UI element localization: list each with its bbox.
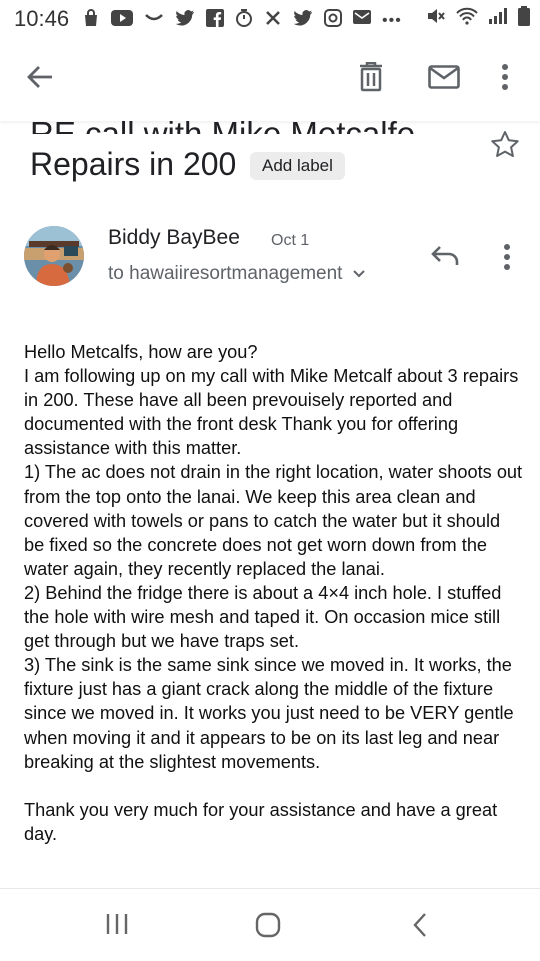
battery-icon [518,6,530,31]
recents-button[interactable] [105,913,129,940]
recents-icon [106,914,128,934]
more-vert-icon [504,244,510,270]
delete-button[interactable] [359,61,383,97]
timer-icon [235,8,253,33]
mute-icon [426,7,446,30]
twitter-icon [175,9,195,32]
twitter-icon-2 [293,9,313,32]
add-label-chip[interactable]: Add label [250,152,345,180]
subject-line-2: Repairs in 200 [30,146,237,182]
sender-name: Biddy BayBee [108,226,240,249]
arrow-left-icon [27,66,52,88]
home-icon [255,912,281,938]
mail-icon [428,65,460,89]
home-button[interactable] [255,912,281,943]
star-icon [491,131,519,157]
reply-icon [431,246,459,265]
trash-icon [360,61,382,92]
system-icons [426,6,530,31]
mark-unread-button[interactable] [428,65,460,94]
message-more-button[interactable] [502,243,512,276]
more-notifications-icon: ••• [382,11,402,29]
more-vert-icon [502,64,508,90]
sender-avatar[interactable] [24,226,84,286]
more-options-button[interactable] [500,63,510,96]
shopping-bag-icon [82,9,100,32]
notification-icons: ••• [82,8,402,33]
facebook-icon [206,9,224,32]
back-button[interactable] [26,64,54,95]
recipient-text: to hawaiiresortmanagement [108,263,343,284]
star-button[interactable] [490,130,520,163]
email-icon [353,10,371,31]
reply-button[interactable] [430,244,460,273]
status-bar: 10:46 ••• [0,0,540,38]
instagram-icon [324,9,342,32]
x-icon [264,9,282,32]
status-time: 10:46 [14,6,70,31]
email-date: Oct 1 [271,232,310,249]
chevron-down-icon [353,270,366,278]
signal-icon [488,7,508,30]
chevron-left-icon [413,913,426,937]
amazon-smile-icon [144,11,164,30]
email-body: Hello Metcalfs, how are you? I am follow… [24,342,523,844]
youtube-icon [111,10,133,31]
recipient-toggle[interactable]: to hawaiiresortmanagement [108,263,366,285]
back-nav-button[interactable] [412,912,428,943]
wifi-icon [456,7,478,30]
system-nav-bar [0,888,540,961]
